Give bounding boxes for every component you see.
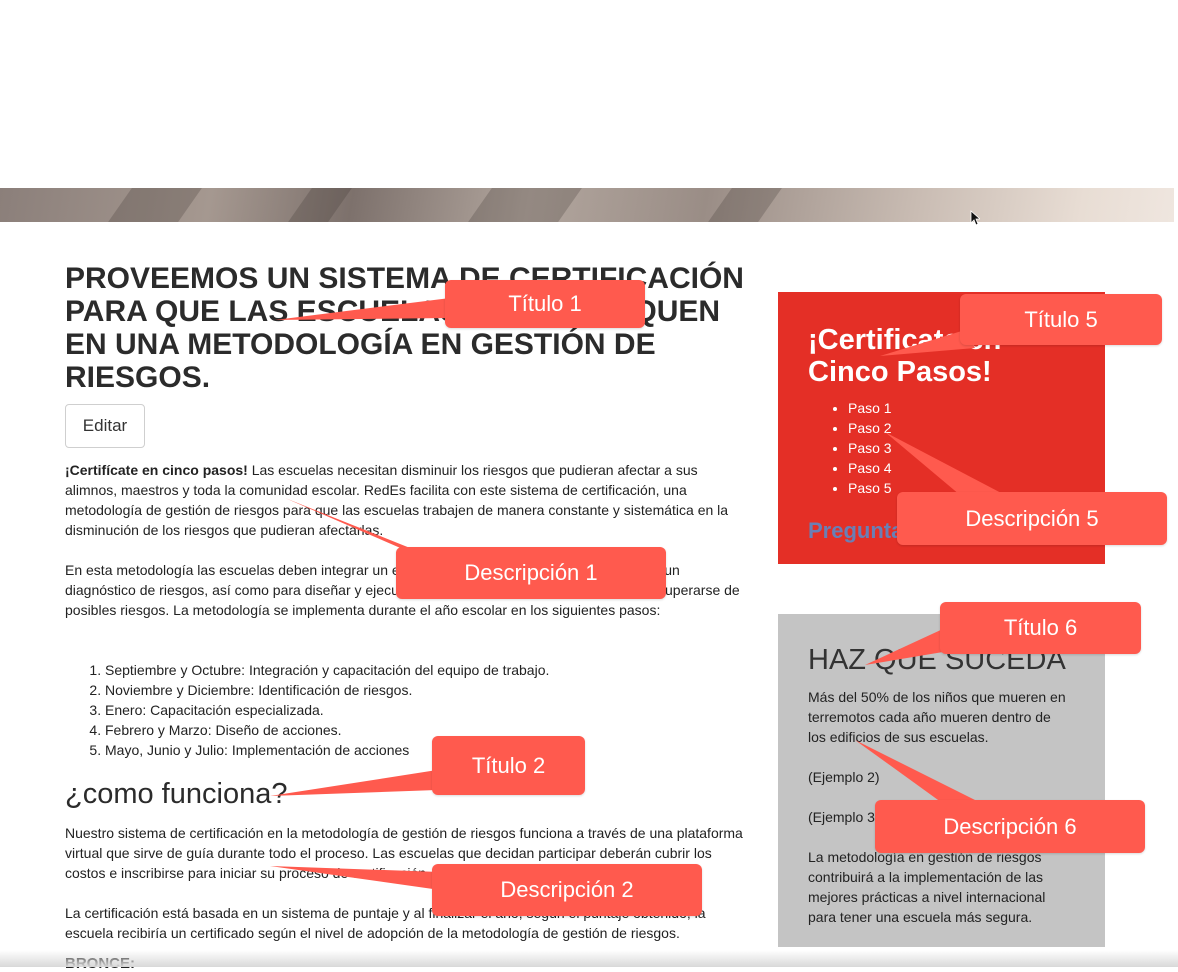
- list-item: Noviembre y Diciembre: Identificación de…: [105, 680, 549, 700]
- intro-paragraph: ¡Certifícate en cinco pasos! Las escuela…: [65, 460, 745, 540]
- statistic-text: Más del 50% de los niños que mueren en t…: [808, 689, 1066, 745]
- list-item: Paso 5: [848, 478, 892, 498]
- callout-description-5: Descripción 5: [897, 492, 1167, 545]
- callout-title-2: Título 2: [432, 736, 585, 795]
- callout-description-1: Descripción 1: [396, 547, 666, 599]
- list-item: Paso 1: [848, 398, 892, 418]
- callout-title-6: Título 6: [940, 602, 1141, 654]
- methodology-text: La metodología en gestión de riesgos con…: [808, 849, 1046, 925]
- intro-bold: ¡Certifícate en cinco pasos!: [65, 462, 248, 478]
- window-bottom-edge: [0, 950, 1178, 967]
- page-title: PROVEEMOS UN SISTEMA DE CERTIFICACIÓN PA…: [65, 262, 744, 394]
- list-item: Paso 3: [848, 438, 892, 458]
- make-it-happen-card: HAZ QUE SUCEDA Más del 50% de los niños …: [778, 614, 1105, 947]
- callout-title-5: Título 5: [960, 294, 1162, 345]
- list-item: Septiembre y Octubre: Integración y capa…: [105, 660, 549, 680]
- list-item: Enero: Capacitación especializada.: [105, 700, 549, 720]
- hero-banner-image: [0, 188, 1174, 222]
- mouse-cursor-icon: [970, 210, 980, 226]
- callout-description-6: Descripción 6: [875, 800, 1145, 853]
- five-steps-title-line2: Cinco Pasos!: [808, 356, 992, 388]
- list-item: Paso 4: [848, 458, 892, 478]
- edit-button[interactable]: Editar: [65, 404, 145, 448]
- five-steps-list: Paso 1 Paso 2 Paso 3 Paso 4 Paso 5: [808, 398, 892, 498]
- list-item: Paso 2: [848, 418, 892, 438]
- callout-description-2: Descripción 2: [432, 864, 702, 916]
- how-it-works-heading: ¿como funciona?: [65, 778, 288, 810]
- callout-title-1: Título 1: [445, 280, 645, 328]
- example-2-text: (Ejemplo 2): [808, 769, 880, 785]
